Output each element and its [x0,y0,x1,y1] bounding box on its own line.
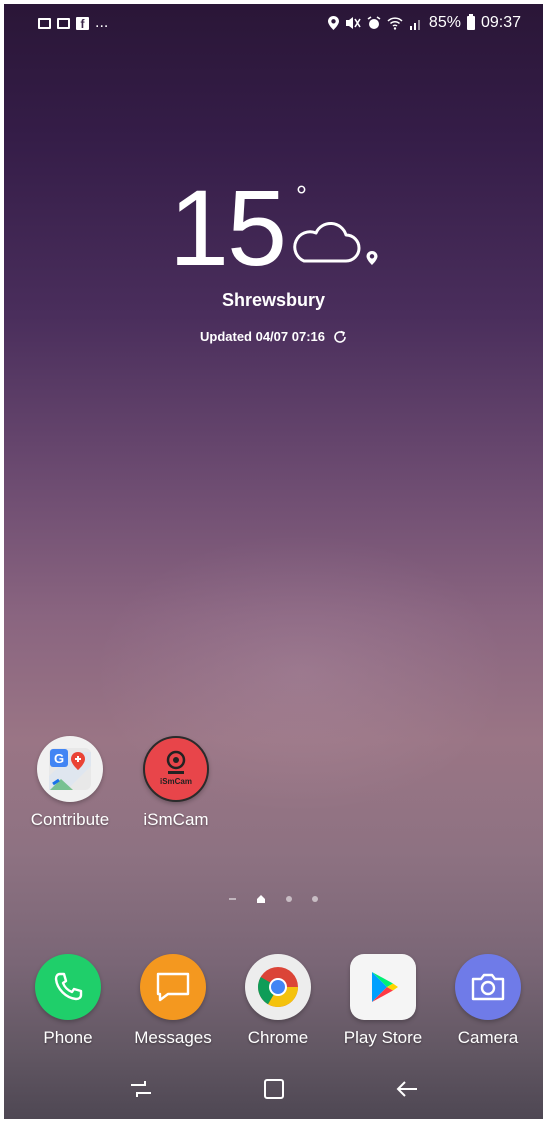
updated-text: Updated 04/07 07:16 [199,329,325,344]
cloud-icon [292,222,361,263]
navigation-bar [4,1059,543,1119]
app-label: Contribute [30,810,110,829]
location-icon [327,16,339,30]
dock-camera[interactable]: Camera [438,954,538,1048]
app-label: Messages [134,1028,212,1047]
more-notifications: ... [95,14,109,31]
app-label: Phone [43,1028,93,1047]
refresh-icon[interactable] [333,330,347,344]
app-label: Chrome [247,1028,309,1047]
mute-icon [345,17,361,29]
camera-icon [455,954,521,1020]
page-indicator[interactable] [4,894,543,904]
home-screen: f ... 85% 09:37 15 ° Shrewsbury Updated 0… [4,4,543,1119]
play-store-icon [350,954,416,1020]
ismcam-icon: iSmCam [143,736,209,802]
app-ismcam[interactable]: iSmCam iSmCam [126,736,226,830]
phone-icon [35,954,101,1020]
back-button[interactable] [387,1069,427,1109]
app-label: iSmCam [143,810,209,829]
back-icon [396,1081,417,1097]
gallery-icon [38,17,51,29]
app-label: Play Store [343,1028,423,1047]
app-label: Camera [457,1028,519,1047]
dock-play-store[interactable]: Play Store [333,954,433,1048]
weather-widget[interactable]: 15 ° Shrewsbury Updated 04/07 07:16 [4,174,543,344]
dock-phone[interactable]: Phone [18,954,118,1048]
temperature-unit: ° [295,180,307,211]
temperature: 15 ° [169,174,307,282]
messages-icon [140,954,206,1020]
battery-percent: 85% [428,14,461,31]
ismcam-icon-text: iSmCam [160,777,192,786]
home-icon [263,1079,284,1099]
dock-chrome[interactable]: Chrome [228,954,328,1048]
page-dot [286,896,292,902]
status-bar[interactable]: f ... 85% 09:37 [4,4,543,42]
email-icon [57,17,70,29]
location-pin-icon [366,251,378,265]
status-right: 85% 09:37 [327,14,521,32]
chrome-icon [245,954,311,1020]
svg-text:G: G [54,751,64,766]
wifi-icon [387,16,403,30]
updated-row: Updated 04/07 07:16 [4,329,543,344]
app-contribute[interactable]: G Contribute [20,736,120,830]
location-name: Shrewsbury [221,290,326,310]
home-button[interactable] [254,1069,294,1109]
menu-indicator [229,898,236,900]
status-left: f ... [38,14,108,32]
dock-messages[interactable]: Messages [123,954,223,1048]
signal-icon [409,19,420,30]
battery-icon [466,14,475,30]
page-dot [312,896,318,902]
facebook-icon: f [76,16,89,31]
google-maps-contribute-icon: G [37,736,103,802]
home-page-indicator-icon [257,895,265,903]
alarm-icon [367,16,381,29]
status-time: 09:37 [480,14,521,31]
recent-apps-icon [130,1081,151,1097]
recent-apps-button[interactable] [121,1069,161,1109]
temperature-value: 15 [168,167,287,288]
